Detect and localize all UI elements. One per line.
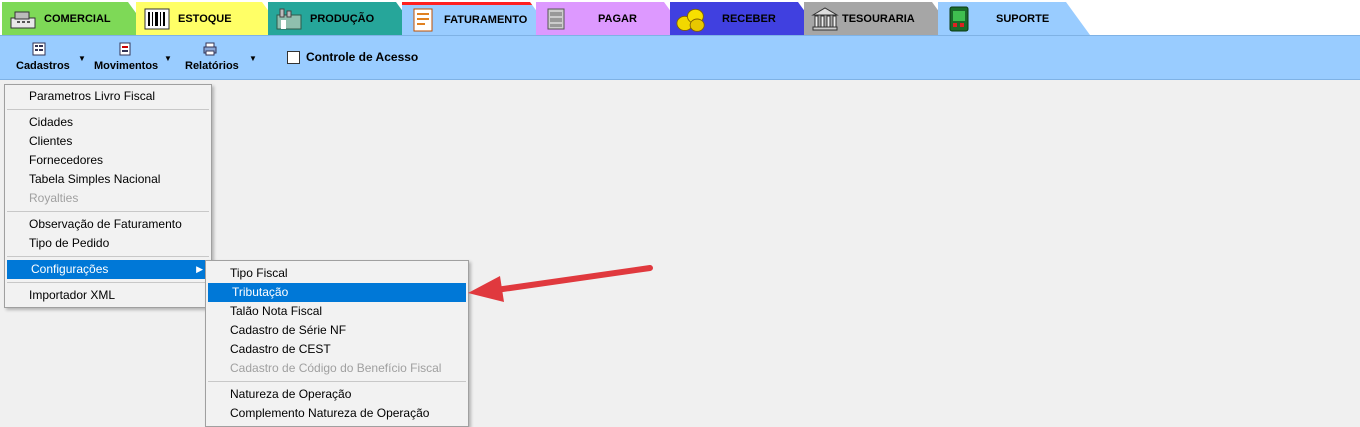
configuracoes-submenu: Tipo Fiscal Tributação Talão Nota Fiscal… [205, 260, 469, 427]
menu-item-configuracoes[interactable]: Configurações ▶ [7, 260, 209, 279]
tab-label: PAGAR [598, 12, 637, 25]
menu-item-cadastro-cest[interactable]: Cadastro de CEST [206, 340, 468, 359]
tab-label: FATURAMENTO [444, 14, 528, 26]
menu-item-fornecedores[interactable]: Fornecedores [5, 151, 211, 170]
menu-item-tipo-fiscal[interactable]: Tipo Fiscal [206, 264, 468, 283]
menu-item-cidades[interactable]: Cidades [5, 113, 211, 132]
support-device-icon [944, 6, 974, 32]
tab-label: TESOURARIA [842, 12, 915, 25]
menu-separator [7, 256, 209, 257]
menu-separator [7, 211, 209, 212]
factory-icon [274, 6, 304, 32]
cadastros-button[interactable]: Cadastros ▼ [14, 40, 86, 76]
menu-item-observacao-faturamento[interactable]: Observação de Faturamento [5, 215, 211, 234]
relatorios-label: Relatórios [185, 60, 239, 72]
menu-separator [7, 109, 209, 110]
coins-icon [676, 6, 706, 32]
tab-pagar[interactable]: PAGAR [536, 2, 688, 35]
controle-acesso-label: Controle de Acesso [306, 50, 419, 64]
menu-item-tributacao[interactable]: Tributação [208, 283, 466, 302]
bank-icon [810, 6, 840, 32]
menu-separator [7, 282, 209, 283]
tab-tesouraria[interactable]: TESOURARIA [804, 2, 956, 35]
dropdown-arrow-icon: ▼ [249, 54, 257, 63]
barcode-icon [142, 6, 172, 32]
tab-suporte[interactable]: SUPORTE [938, 2, 1090, 35]
dropdown-arrow-icon: ▼ [164, 54, 172, 63]
cash-register-icon [8, 6, 38, 32]
annotation-arrow-icon [468, 265, 653, 302]
tab-label: PRODUÇÃO [310, 12, 375, 25]
menu-item-natureza-operacao[interactable]: Natureza de Operação [206, 385, 468, 404]
movimentos-label: Movimentos [94, 60, 159, 72]
tab-label: SUPORTE [996, 12, 1050, 25]
menu-item-royalties: Royalties [29, 191, 79, 205]
menu-item-parametros-livro-fiscal[interactable]: Parametros Livro Fiscal [5, 87, 211, 106]
invoice-icon [408, 7, 438, 33]
menu-separator [208, 381, 466, 382]
controle-acesso-checkbox[interactable]: Controle de Acesso [287, 50, 418, 64]
dropdown-arrow-icon: ▼ [78, 54, 86, 63]
menu-item-talao-nota-fiscal[interactable]: Talão Nota Fiscal [206, 302, 468, 321]
configuracoes-label: Configurações [31, 262, 109, 276]
tab-label: COMERCIAL [44, 12, 111, 25]
menu-item-tabela-simples-nacional[interactable]: Tabela Simples Nacional [5, 170, 211, 189]
cadastros-label: Cadastros [16, 60, 70, 72]
printer-icon [203, 42, 217, 56]
money-stack-icon [542, 6, 572, 32]
toolbar: Cadastros ▼ Movimentos ▼ Relatórios ▼ Co… [0, 35, 1360, 80]
tab-label: ESTOQUE [178, 12, 232, 25]
tab-producao[interactable]: PRODUÇÃO [268, 2, 420, 35]
tab-estoque[interactable]: ESTOQUE [136, 2, 286, 35]
movimentos-icon [119, 42, 131, 56]
tab-receber[interactable]: RECEBER [670, 2, 822, 35]
checkbox-box[interactable] [287, 50, 300, 64]
cadastros-menu: Parametros Livro Fiscal Cidades Clientes… [4, 84, 212, 308]
menu-item-cadastro-beneficio-fiscal: Cadastro de Código do Benefício Fiscal [230, 361, 442, 375]
menu-item-importador-xml[interactable]: Importador XML [5, 286, 211, 305]
tab-faturamento[interactable]: FATURAMENTO [402, 2, 554, 35]
menu-item-clientes[interactable]: Clientes [5, 132, 211, 151]
tab-label: RECEBER [722, 12, 776, 25]
menu-item-cadastro-serie-nf[interactable]: Cadastro de Série NF [206, 321, 468, 340]
cadastros-icon [32, 42, 46, 56]
relatorios-button[interactable]: Relatórios ▼ [183, 40, 257, 76]
movimentos-button[interactable]: Movimentos ▼ [92, 40, 172, 76]
tab-comercial[interactable]: COMERCIAL [2, 2, 152, 35]
menu-item-tipo-pedido[interactable]: Tipo de Pedido [5, 234, 211, 253]
menu-item-complemento-natureza-operacao[interactable]: Complemento Natureza de Operação [206, 404, 468, 423]
submenu-arrow-icon: ▶ [196, 264, 203, 274]
module-tab-strip: COMERCIAL ESTOQUE PRODUÇÃO FATURAMENTO P… [0, 0, 1360, 36]
